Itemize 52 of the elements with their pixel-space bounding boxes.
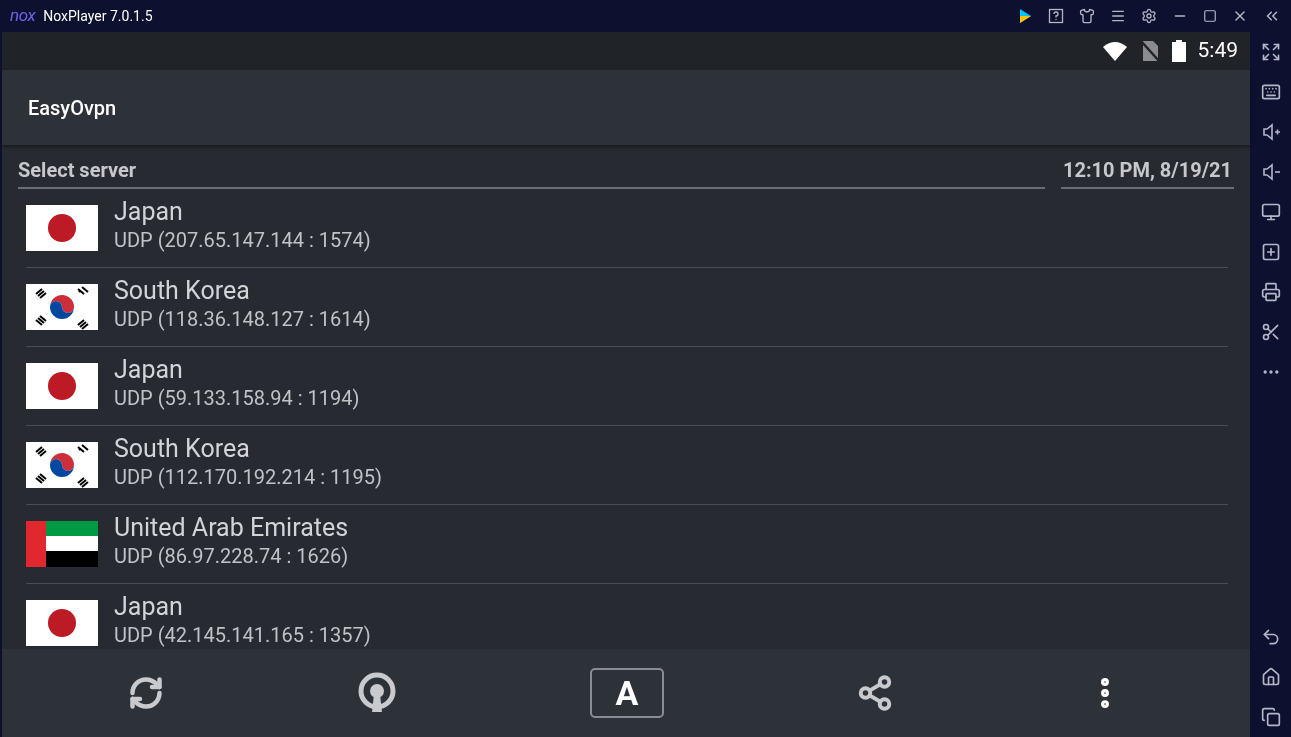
- volume-up-icon[interactable]: [1260, 122, 1281, 142]
- country-name: South Korea: [114, 434, 251, 464]
- menu-icon[interactable]: [1110, 8, 1126, 24]
- south-korea-flag-icon: [26, 284, 98, 330]
- japan-flag-icon: [26, 205, 98, 251]
- country-name: Japan: [114, 355, 184, 385]
- play-store-icon[interactable]: [1017, 8, 1033, 24]
- nox-logo: nox: [10, 4, 36, 28]
- vpn-logo-icon[interactable]: [356, 672, 398, 714]
- server-row[interactable]: South Korea UDP (118.36.148.127 : 1614): [26, 268, 1228, 347]
- help-icon[interactable]: [1048, 8, 1064, 24]
- keyboard-icon[interactable]: [1260, 82, 1281, 102]
- server-address: UDP (86.97.228.74 : 1626): [114, 543, 349, 569]
- server-row[interactable]: United Arab Emirates UDP (86.97.228.74 : 1626): [26, 505, 1228, 584]
- server-row[interactable]: South Korea UDP (112.170.192.214 : 1195): [26, 426, 1228, 505]
- volume-down-icon[interactable]: [1260, 162, 1281, 182]
- home-icon[interactable]: [1260, 667, 1281, 687]
- expand-icon[interactable]: [1260, 42, 1281, 62]
- uae-flag-icon: [26, 521, 98, 567]
- country-name: Japan: [114, 197, 184, 227]
- server-address: UDP (42.145.141.165 : 1357): [114, 622, 371, 648]
- clock: 5:49: [1197, 37, 1238, 65]
- share-icon[interactable]: [856, 674, 894, 712]
- server-row[interactable]: Japan UDP (207.65.147.144 : 1574): [26, 189, 1228, 268]
- printer-icon[interactable]: [1260, 282, 1281, 302]
- country-name: United Arab Emirates: [114, 513, 349, 543]
- back-icon[interactable]: [1260, 627, 1281, 647]
- server-address: UDP (59.133.158.94 : 1194): [114, 385, 360, 411]
- maximize-icon[interactable]: [1203, 9, 1217, 23]
- scissors-icon[interactable]: [1260, 322, 1281, 342]
- window-title: NoxPlayer 7.0.1.5: [43, 6, 153, 26]
- battery-icon: [1171, 40, 1186, 62]
- shirt-icon[interactable]: [1079, 8, 1095, 24]
- japan-flag-icon: [26, 600, 98, 646]
- server-address: UDP (112.170.192.214 : 1195): [114, 464, 382, 490]
- south-korea-flag-icon: [26, 442, 98, 488]
- section-label: Select server: [18, 155, 1045, 189]
- timestamp: 12:10 PM, 8/19/21: [1061, 155, 1234, 189]
- japan-flag-icon: [26, 363, 98, 409]
- server-row[interactable]: Japan UDP (59.133.158.94 : 1194): [26, 347, 1228, 426]
- refresh-icon[interactable]: [128, 675, 164, 711]
- country-name: South Korea: [114, 276, 251, 306]
- server-address: UDP (118.36.148.127 : 1614): [114, 306, 371, 332]
- sort-button[interactable]: A: [590, 668, 664, 718]
- country-name: Japan: [114, 592, 184, 622]
- server-address: UDP (207.65.147.144 : 1574): [114, 227, 371, 253]
- settings-icon[interactable]: [1141, 8, 1157, 24]
- monitor-icon[interactable]: [1260, 202, 1281, 222]
- add-apk-icon[interactable]: [1260, 242, 1281, 262]
- app-title: EasyOvpn: [28, 94, 117, 122]
- recent-apps-icon[interactable]: [1260, 707, 1281, 727]
- wifi-icon: [1101, 41, 1128, 61]
